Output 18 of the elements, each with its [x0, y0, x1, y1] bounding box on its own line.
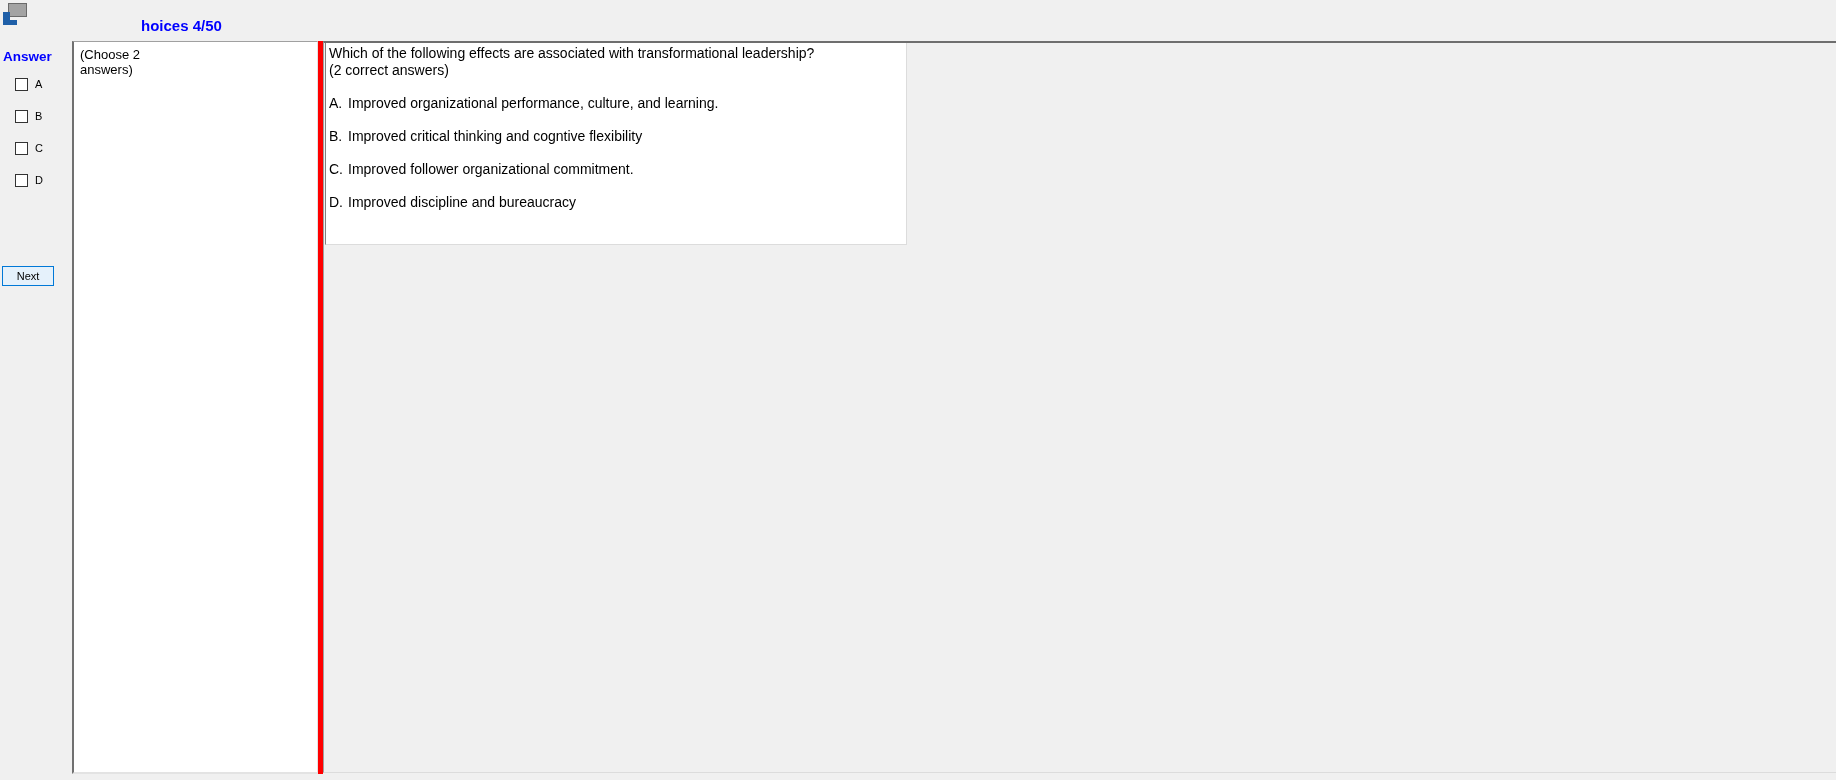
instruction-text: (Choose 2 answers)	[80, 47, 141, 77]
window-title: hoices 4/50	[141, 16, 222, 35]
checkbox[interactable]	[15, 77, 28, 91]
answer-option: D. Improved discipline and bureaucracy	[329, 193, 906, 210]
answer-option: A. Improved organizational performance, culture, and learning.	[329, 94, 906, 111]
answer-option: C. Improved follower organizational commitment.	[329, 160, 906, 177]
checkbox-label[interactable]: C	[35, 141, 43, 155]
checkbox[interactable]	[15, 141, 28, 155]
answer-heading: Answer	[3, 49, 52, 65]
checkbox-label[interactable]: B	[35, 109, 43, 123]
checkbox-label[interactable]: D	[35, 173, 43, 187]
next-button[interactable]: Next	[2, 266, 54, 286]
question-text: Which of the following effects are associated with transformational leadership? (2 correct answers)	[329, 45, 816, 78]
checkbox-label[interactable]: A	[35, 77, 43, 91]
answer-option: B. Improved critical thinking and cogntive flexibility	[329, 127, 906, 144]
checkbox[interactable]	[15, 173, 28, 187]
app-icon	[3, 3, 27, 25]
checkbox[interactable]	[15, 109, 28, 123]
